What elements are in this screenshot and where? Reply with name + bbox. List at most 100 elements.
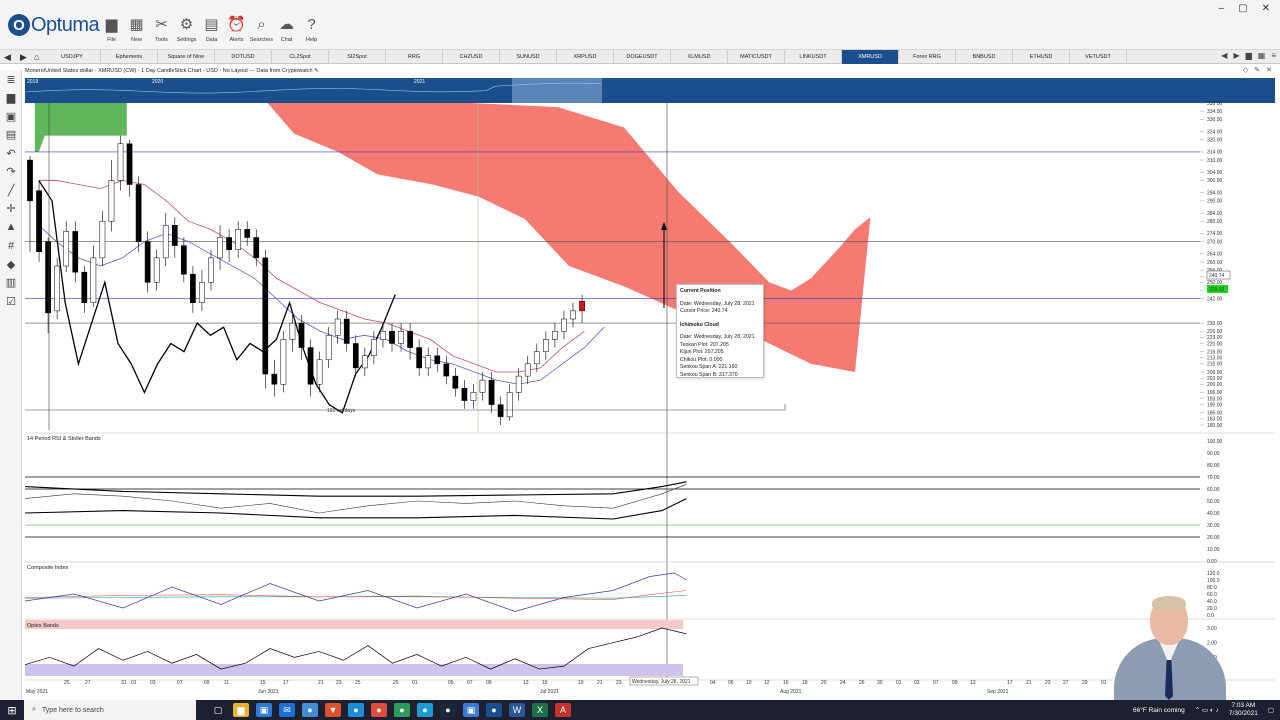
price-tick-label: 213.00 xyxy=(1207,356,1223,362)
candle-body xyxy=(316,359,323,385)
day-tick-label: 15 xyxy=(260,680,266,686)
candle-body xyxy=(144,241,151,283)
price-tick-label: 324.00 xyxy=(1207,129,1223,135)
candle-body xyxy=(380,331,386,340)
price-tick-label: 338.00 xyxy=(1207,101,1223,107)
candle-body xyxy=(190,273,196,303)
xmrusd-chart[interactable]: 2019 2020 2021 101 cal days 338.00334.0033… xyxy=(0,0,1280,700)
day-tick-label: 23 xyxy=(1045,680,1051,686)
notification-icon[interactable]: ▢ xyxy=(1268,706,1274,714)
candle-body xyxy=(54,265,60,312)
price-tick-label: 210.00 xyxy=(1207,362,1223,368)
edge-icon[interactable]: ● xyxy=(348,703,364,717)
day-tick-label: 27 xyxy=(1063,680,1069,686)
task-view-icon[interactable]: ▢ xyxy=(210,703,226,717)
mail-icon[interactable]: ✉ xyxy=(279,703,295,717)
excel-icon[interactable]: X xyxy=(532,703,548,717)
candle-body xyxy=(27,159,33,202)
price-tick-label: 242.00 xyxy=(1207,296,1223,302)
weather-text[interactable]: 66°F Rain coming xyxy=(1133,707,1185,714)
price-tick-label: 200.00 xyxy=(1207,382,1223,388)
candle-body xyxy=(497,404,504,418)
day-tick-label: 07 xyxy=(177,680,183,686)
candle-body xyxy=(425,355,432,369)
tray-icons[interactable]: ⌃ ▭ ◐ ♪ xyxy=(1195,706,1219,714)
price-tick-label: 206.00 xyxy=(1207,370,1223,376)
optex-line xyxy=(24,627,687,670)
candle-body xyxy=(235,229,242,250)
price-tick-label: 280.00 xyxy=(1207,219,1223,225)
price-tick-label: 264.00 xyxy=(1207,252,1223,258)
rsi-level-lines xyxy=(25,476,1200,538)
price-axis: 338.00 334.00 330.00 324.00 320.00 314.00 310.… xyxy=(1200,101,1223,429)
candle-body xyxy=(171,225,178,246)
price-tick-label: 216.00 xyxy=(1207,349,1223,355)
candle-body xyxy=(307,347,314,385)
cursor-tooltip: Current Position Date: Wednesday, July 2… xyxy=(676,284,764,378)
tooltip-chikou: Chikou Plot: 0.000 xyxy=(680,356,723,363)
day-tick-label: 25 xyxy=(64,680,70,686)
price-tick-label: 304.00 xyxy=(1207,170,1223,176)
maps-icon[interactable]: ● xyxy=(394,703,410,717)
candle-body xyxy=(253,237,260,259)
day-tick-label: 05 xyxy=(448,680,454,686)
taskbar-search[interactable]: ⌕ Type here to search xyxy=(24,700,196,720)
tooltip-ichimoku-date: Date: Wednesday, July 28, 2021 xyxy=(680,334,755,340)
system-tray: 66°F Rain coming ⌃ ▭ ◐ ♪ 7:03 AM 7/30/20… xyxy=(1133,700,1274,720)
word-icon[interactable]: W xyxy=(509,703,525,717)
start-button[interactable]: ⊞ xyxy=(0,700,24,720)
day-tick-label: 27 xyxy=(85,680,91,686)
rsi-tick-label: 20.00 xyxy=(1207,535,1220,541)
candle-body xyxy=(271,373,278,385)
candle-body xyxy=(108,180,115,222)
day-tick-label: 23 xyxy=(336,680,342,686)
candle-body xyxy=(45,241,51,314)
day-tick-label: 12 xyxy=(764,680,770,686)
chat-app-icon[interactable]: ● xyxy=(417,703,433,717)
candle-body xyxy=(416,347,422,369)
stoller-lower-band xyxy=(24,498,687,520)
day-tick-label: 16 xyxy=(783,680,789,686)
candle-body xyxy=(533,351,540,365)
day-tick-label: 04 xyxy=(710,680,716,686)
day-tick-label: 09 xyxy=(952,680,958,686)
candle-body xyxy=(135,184,142,242)
price-tick-label: 320.00 xyxy=(1207,137,1223,143)
chrome-icon[interactable]: ● xyxy=(371,703,387,717)
overview-strip[interactable] xyxy=(25,78,1275,103)
candle-body xyxy=(371,339,377,356)
tooltip-span-a: Senkou Span A: 221.160 xyxy=(680,364,738,370)
price-badge-green-text: 229.33 xyxy=(1209,287,1225,293)
optuma-app-icon[interactable]: ● xyxy=(486,703,502,717)
clock[interactable]: 7:03 AM 7/30/2021 xyxy=(1229,702,1258,718)
brave-icon[interactable]: ▼ xyxy=(325,703,341,717)
tooltip-kijun: Kijun Plot: 207.205 xyxy=(680,349,724,355)
day-tick-label: 07 xyxy=(933,680,939,686)
search-icon: ⌕ xyxy=(32,706,36,713)
browser-icon[interactable]: ● xyxy=(302,703,318,717)
windows-logo-icon: ⊞ xyxy=(7,704,17,717)
overview-year-label: 2020 xyxy=(152,79,163,85)
acrobat-icon[interactable]: A xyxy=(555,703,571,717)
candle-body xyxy=(470,392,477,401)
day-tick-label: 23 xyxy=(616,680,622,686)
cursor-date-label: Wednesday, July 28, 2021 xyxy=(632,679,691,685)
candle-body xyxy=(343,318,350,344)
candle-body xyxy=(280,339,287,385)
candle-body xyxy=(362,355,368,369)
day-tick-label: 21 xyxy=(597,680,603,686)
day-tick-label: 19 xyxy=(578,680,584,686)
overview-window[interactable] xyxy=(512,78,602,103)
presenter-webcam xyxy=(1104,590,1234,700)
tooltip-tenkan: Tenkan Plot: 207.205 xyxy=(680,341,729,348)
day-tick-label: 13 xyxy=(523,680,529,686)
price-tick-label: 334.00 xyxy=(1207,109,1223,115)
candle-body xyxy=(181,245,187,275)
store-icon[interactable]: ▣ xyxy=(256,703,272,717)
file-explorer-icon[interactable]: ▆ xyxy=(233,703,249,717)
candle-body xyxy=(153,257,160,283)
photos-icon[interactable]: ▣ xyxy=(463,703,479,717)
price-tick-label: 270.00 xyxy=(1207,239,1223,245)
composite-panel-title: Composite Index xyxy=(27,565,69,571)
steam-icon[interactable]: ● xyxy=(440,703,456,717)
